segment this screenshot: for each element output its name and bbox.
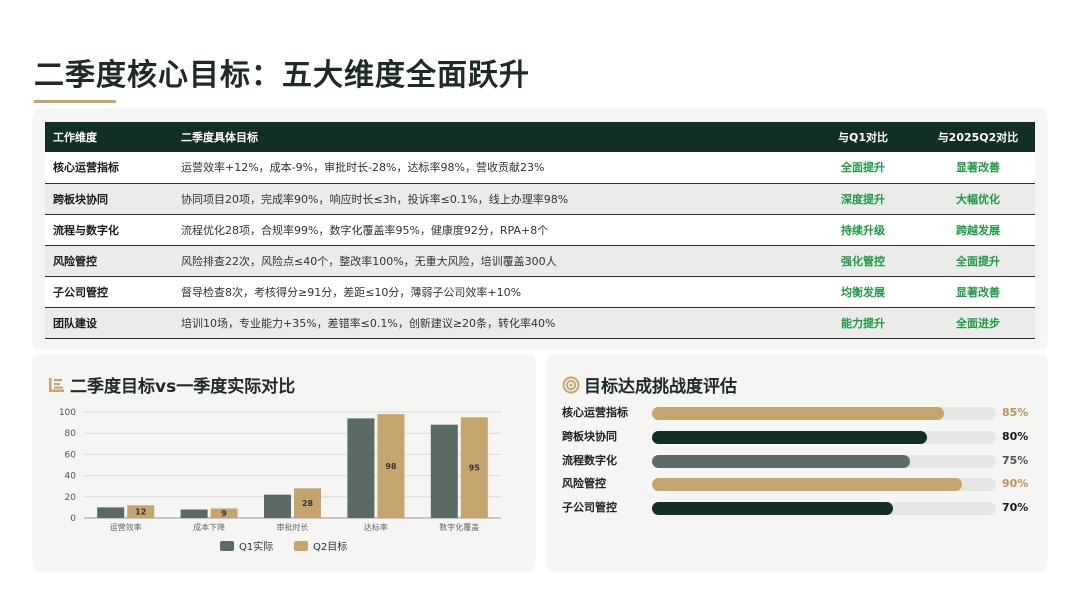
row-targets: 督导检查8次，考核得分≥91分，差距≤10分，薄弱子公司效率+10% xyxy=(173,276,805,308)
comparison-bar-chart: 0 20 40 60 80 100 12 运营效率 9 成本下降 28 审批时长 98 达标率 95 数字化覆… xyxy=(59,408,501,553)
x-tick-label: 数字化覆盖 xyxy=(439,522,479,532)
table-row: 核心运营指标 运营效率+12%，成本-9%，审批时长-28%，达标率98%，营收… xyxy=(45,152,1035,184)
x-tick-label: 审批时长 xyxy=(277,522,309,532)
eval-percent: 80% xyxy=(1002,430,1029,443)
table-header-row: 工作维度 二季度具体目标 与Q1对比 与2025Q2对比 xyxy=(45,122,1035,152)
eval-track xyxy=(652,431,996,444)
row-dimension: 跨板块协同 xyxy=(45,183,173,215)
bar-q1 xyxy=(180,509,208,518)
bar-data-label: 9 xyxy=(221,509,227,518)
legend-swatch xyxy=(294,541,308,551)
eval-row-digitalization: 流程数字化 75% xyxy=(562,453,1038,469)
eval-fill xyxy=(652,502,893,515)
row-targets: 运营效率+12%，成本-9%，审批时长-28%，达标率98%，营收贡献23% xyxy=(173,152,805,184)
row-vs-q1: 全面提升 xyxy=(805,152,921,184)
eval-track xyxy=(652,478,996,491)
row-targets: 培训10场，专业能力+35%，差错率≤0.1%，创新建议≥20条，转化率40% xyxy=(173,307,805,339)
eval-label: 子公司管控 xyxy=(562,501,617,514)
y-tick-label: 20 xyxy=(65,493,77,503)
bar-data-label: 12 xyxy=(135,508,146,517)
header-vs-2025q2: 与2025Q2对比 xyxy=(921,122,1035,152)
eval-percent: 90% xyxy=(1002,477,1029,490)
row-dimension: 风险管控 xyxy=(45,245,173,277)
row-dimension: 子公司管控 xyxy=(45,276,173,308)
legend-label: Q2目标 xyxy=(313,541,347,553)
page-title: 二季度核心目标：五大维度全面跃升 xyxy=(34,58,530,93)
eval-label: 风险管控 xyxy=(562,477,606,490)
bar-q1 xyxy=(97,507,125,518)
eval-row-subsidiary: 子公司管控 70% xyxy=(562,500,1038,516)
table-row: 风险管控 风险排查22次，风险点≤40个，整改率100%，无重大风险，培训覆盖3… xyxy=(45,245,1035,277)
table-row: 跨板块协同 协同项目20项，完成率90%，响应时长≤3h，投诉率≤0.1%，线上… xyxy=(45,183,1035,215)
eval-row-collaboration: 跨板块协同 80% xyxy=(562,429,1038,445)
y-tick-label: 100 xyxy=(59,408,76,418)
eval-fill xyxy=(652,407,945,420)
header-dimension: 工作维度 xyxy=(45,122,173,152)
eval-track xyxy=(652,502,996,515)
eval-percent: 75% xyxy=(1002,454,1029,467)
row-vs-2025q2: 全面提升 xyxy=(921,245,1035,277)
bar-data-label: 28 xyxy=(302,499,314,508)
row-dimension: 流程与数字化 xyxy=(45,214,173,246)
eval-card-title-text: 目标达成挑战度评估 xyxy=(584,377,737,397)
row-vs-2025q2: 跨越发展 xyxy=(921,214,1035,246)
bar-q1 xyxy=(264,494,291,518)
eval-label: 核心运营指标 xyxy=(562,406,628,419)
row-vs-q1: 均衡发展 xyxy=(805,276,921,308)
x-tick-label: 成本下降 xyxy=(193,522,225,532)
x-tick-label: 运营效率 xyxy=(110,522,142,532)
eval-card-title: 目标达成挑战度评估 xyxy=(562,372,737,397)
challenge-eval-card: 目标达成挑战度评估 核心运营指标 85% 跨板块协同 80% 流程数字化 75%… xyxy=(548,356,1046,570)
y-tick-label: 80 xyxy=(65,429,77,439)
y-tick-label: 40 xyxy=(65,472,77,482)
row-targets: 协同项目20项，完成率90%，响应时长≤3h，投诉率≤0.1%，线上办理率98% xyxy=(173,183,805,215)
goals-table-card: 工作维度 二季度具体目标 与Q1对比 与2025Q2对比 核心运营指标 运营效率… xyxy=(34,110,1046,348)
row-vs-q1: 深度提升 xyxy=(805,183,921,215)
eval-fill xyxy=(652,478,962,491)
table-row: 流程与数字化 流程优化28项，合规率99%，数字化覆盖率95%，健康度92分，R… xyxy=(45,214,1035,246)
eval-label: 跨板块协同 xyxy=(562,430,617,443)
eval-label: 流程数字化 xyxy=(562,454,617,467)
bar-data-label: 95 xyxy=(469,464,481,473)
target-icon xyxy=(562,376,580,394)
bar-data-label: 98 xyxy=(385,462,397,471)
row-vs-q1: 持续升级 xyxy=(805,214,921,246)
eval-percent: 70% xyxy=(1002,501,1029,514)
row-vs-q1: 强化管控 xyxy=(805,245,921,277)
header-vs-q1: 与Q1对比 xyxy=(805,122,921,152)
row-dimension: 核心运营指标 xyxy=(45,152,173,184)
bar-q1 xyxy=(347,418,375,518)
comparison-chart-card: 二季度目标vs一季度实际对比 0 20 40 60 80 100 12 运营效率 9 成本下降 28… xyxy=(34,356,534,570)
eval-row-core-ops: 核心运营指标 85% xyxy=(562,405,1038,421)
goals-table: 工作维度 二季度具体目标 与Q1对比 与2025Q2对比 核心运营指标 运营效率… xyxy=(45,122,1035,339)
row-vs-2025q2: 显著改善 xyxy=(921,152,1035,184)
row-targets: 流程优化28项，合规率99%，数字化覆盖率95%，健康度92分，RPA+8个 xyxy=(173,214,805,246)
table-row: 团队建设 培训10场，专业能力+35%，差错率≤0.1%，创新建议≥20条，转化… xyxy=(45,307,1035,339)
bar-q1 xyxy=(430,424,458,518)
eval-row-risk: 风险管控 90% xyxy=(562,476,1038,492)
eval-track xyxy=(652,455,996,468)
legend-swatch xyxy=(220,541,234,551)
row-vs-2025q2: 大幅优化 xyxy=(921,183,1035,215)
y-tick-label: 0 xyxy=(70,514,76,524)
eval-track xyxy=(652,407,996,420)
title-underline xyxy=(34,100,116,103)
eval-fill xyxy=(652,431,928,444)
row-vs-q1: 能力提升 xyxy=(805,307,921,339)
row-targets: 风险排查22次，风险点≤40个，整改率100%，无重大风险，培训覆盖300人 xyxy=(173,245,805,277)
row-vs-2025q2: 全面进步 xyxy=(921,307,1035,339)
eval-fill xyxy=(652,455,910,468)
header-targets: 二季度具体目标 xyxy=(173,122,805,152)
eval-percent: 85% xyxy=(1002,406,1029,419)
x-tick-label: 达标率 xyxy=(364,522,388,532)
row-vs-2025q2: 显著改善 xyxy=(921,276,1035,308)
table-row: 子公司管控 督导检查8次，考核得分≥91分，差距≤10分，薄弱子公司效率+10%… xyxy=(45,276,1035,308)
row-dimension: 团队建设 xyxy=(45,307,173,339)
legend-label: Q1实际 xyxy=(239,540,273,553)
y-tick-label: 60 xyxy=(65,450,77,460)
